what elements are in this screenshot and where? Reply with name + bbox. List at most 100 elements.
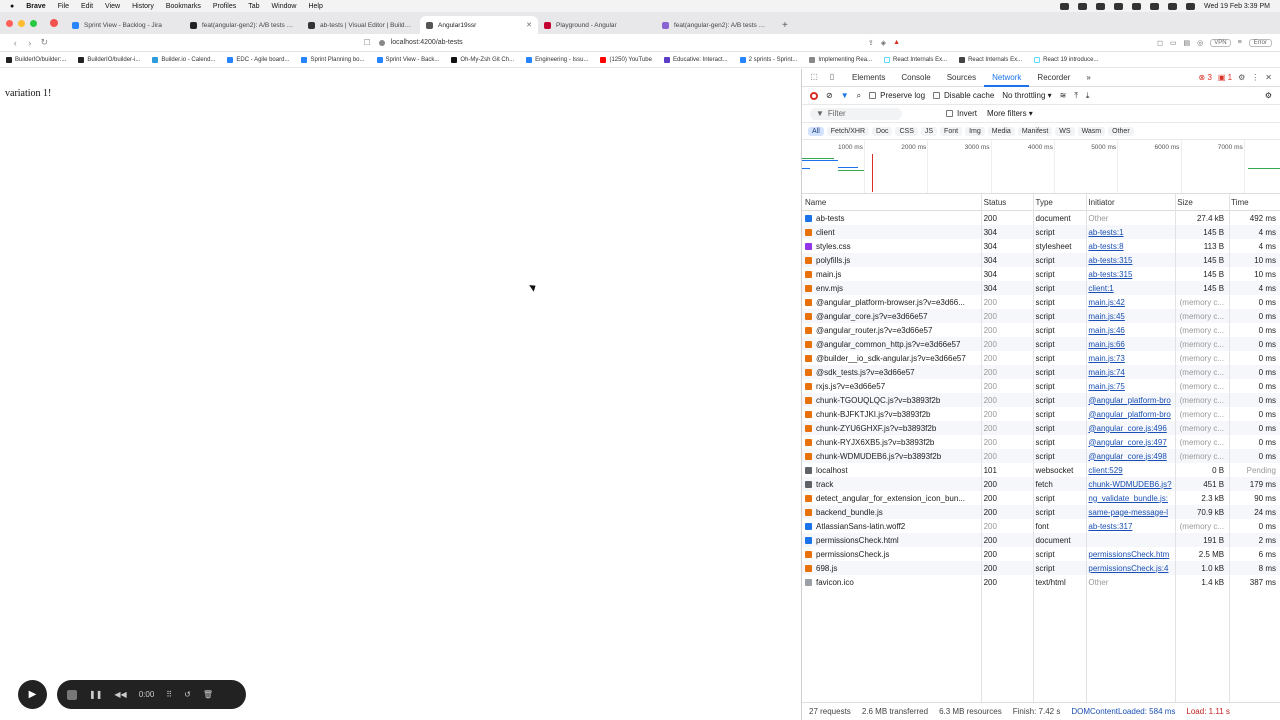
zoom-window-button[interactable] <box>30 19 37 27</box>
table-row[interactable]: polyfills.js 304 script ab-tests:315 145 B 10… <box>802 253 1280 267</box>
table-row[interactable]: permissionsCheck.js 200 script permissionsC… <box>802 547 1280 561</box>
search-icon[interactable]: ⌕ <box>857 91 861 101</box>
type-filter-other[interactable]: Other <box>1108 126 1134 136</box>
forward-button[interactable]: › <box>23 38 38 48</box>
throttling-select[interactable]: No throttling ▾ <box>1002 91 1051 100</box>
col-name[interactable]: Name <box>802 198 981 207</box>
back-button[interactable]: ‹ <box>8 38 23 48</box>
browser-tab[interactable]: ab-tests | Visual Editor | Builder.io <box>302 16 420 34</box>
table-row[interactable]: detect_angular_for_extension_icon_bun...… <box>802 491 1280 505</box>
menu-item-history[interactable]: History <box>132 3 154 10</box>
menu-item-view[interactable]: View <box>105 3 120 10</box>
request-initiator[interactable]: permissionsCheck.htm <box>1085 550 1174 559</box>
wifi-icon[interactable] <box>1149 2 1159 10</box>
table-row[interactable]: permissionsCheck.html 200 document 191 B 2 m… <box>802 533 1280 547</box>
bookmark-icon[interactable]: ☐ <box>364 38 371 47</box>
address-bar[interactable]: localhost:4200/ab-tests <box>378 36 868 50</box>
table-row[interactable]: 698.js 200 script permissionsCheck.js:4 1.0 … <box>802 561 1280 575</box>
bookmark-item[interactable]: React 19 introduce... <box>1034 56 1098 63</box>
pause-icon[interactable]: ❚❚ <box>89 690 102 699</box>
table-row[interactable]: backend_bundle.js 200 script same-page-mess… <box>802 505 1280 519</box>
request-initiator[interactable]: @angular_core.js:498 <box>1085 452 1174 461</box>
request-initiator[interactable]: ng_validate_bundle.js: <box>1085 494 1174 503</box>
minimize-window-button[interactable] <box>18 19 25 27</box>
table-row[interactable]: @sdk_tests.js?v=e3d66e57 200 script main.js… <box>802 365 1280 379</box>
battery-icon[interactable] <box>1095 2 1105 10</box>
menu-item-brave[interactable]: Brave <box>26 3 45 10</box>
table-row[interactable]: env.mjs 304 script client:1 145 B 4 ms <box>802 281 1280 295</box>
request-initiator[interactable]: same-page-message-l <box>1085 508 1174 517</box>
table-row[interactable]: @angular_router.js?v=e3d66e57 200 script ma… <box>802 323 1280 337</box>
table-row[interactable]: client 304 script ab-tests:1 145 B 4 ms <box>802 225 1280 239</box>
rewind-icon[interactable]: ◀◀ <box>114 690 126 699</box>
table-row[interactable]: rxjs.js?v=e3d66e57 200 script main.js:75 (me… <box>802 379 1280 393</box>
col-initiator[interactable]: Initiator <box>1085 198 1174 207</box>
kebab-menu-icon[interactable]: ⋮ <box>1251 73 1259 82</box>
request-initiator[interactable]: main.js:46 <box>1085 326 1174 335</box>
sidebar-icon[interactable]: ▭ <box>1170 39 1177 47</box>
warning-count-badge[interactable]: ▣ 1 <box>1218 73 1232 82</box>
request-initiator[interactable]: @angular_platform-bro <box>1085 396 1174 405</box>
wallet-icon[interactable]: ▤ <box>1184 39 1191 47</box>
invert-checkbox[interactable]: Invert <box>946 109 977 118</box>
type-filter-media[interactable]: Media <box>987 126 1015 136</box>
menu-item-profiles[interactable]: Profiles <box>213 3 236 10</box>
request-initiator[interactable]: ab-tests:315 <box>1085 270 1174 279</box>
type-filter-ws[interactable]: WS <box>1055 126 1075 136</box>
table-row[interactable]: chunk-WDMUDEB6.js?v=b3893f2b 200 script @an… <box>802 449 1280 463</box>
bookmark-item[interactable]: Oh-My-Zsh Git Ch... <box>451 56 514 63</box>
error-count-badge[interactable]: ⊗ 3 <box>1199 73 1212 82</box>
bookmark-item[interactable]: Builder.io - Calend... <box>152 56 215 63</box>
rewards-icon[interactable]: ▲ <box>893 39 900 46</box>
network-overview-timeline[interactable]: 1000 ms 2000 ms 3000 ms 4000 ms 5000 ms 6000 … <box>802 140 1280 194</box>
table-row[interactable]: chunk-ZYU6GHXF.js?v=b3893f2b 200 script @an… <box>802 421 1280 435</box>
request-initiator[interactable]: ab-tests:317 <box>1085 522 1174 531</box>
menu-item-window[interactable]: Window <box>272 3 297 10</box>
restart-icon[interactable]: ↺ <box>184 690 191 699</box>
close-devtools-icon[interactable]: ✕ <box>1265 73 1272 82</box>
bookmark-item[interactable]: 2 sprints - Sprint... <box>739 56 797 63</box>
tab-console[interactable]: Console <box>893 69 938 87</box>
bookmark-item[interactable]: Sprint View - Back... <box>376 56 439 63</box>
browser-tab[interactable]: Playground - Angular <box>538 16 656 34</box>
request-initiator[interactable]: @angular_platform-bro <box>1085 410 1174 419</box>
bookmark-item[interactable]: BuilderIO/builder:... <box>6 56 66 63</box>
stop-recording-button[interactable] <box>67 689 77 700</box>
request-initiator[interactable]: main.js:45 <box>1085 312 1174 321</box>
table-row[interactable]: @angular_core.js?v=e3d66e57 200 script main… <box>802 309 1280 323</box>
request-initiator[interactable]: main.js:66 <box>1085 340 1174 349</box>
error-button[interactable]: Error <box>1248 38 1273 47</box>
type-filter-img[interactable]: Img <box>965 126 985 136</box>
type-filter-font[interactable]: Font <box>940 126 963 136</box>
reload-button[interactable]: ↻ <box>37 37 52 48</box>
tab-close-icon[interactable]: ✕ <box>526 21 532 29</box>
disable-cache-checkbox[interactable]: Disable cache <box>933 91 994 100</box>
mic-icon[interactable] <box>1059 2 1069 10</box>
bookmark-item[interactable]: React Internals Ex... <box>959 56 1022 63</box>
menu-icon[interactable]: ≡ <box>1238 39 1242 46</box>
screen-icon[interactable] <box>1077 2 1087 10</box>
camera-icon[interactable]: ▶ <box>18 680 47 709</box>
control-center-icon[interactable] <box>1185 2 1195 10</box>
network-settings-icon[interactable]: ⚙ <box>1265 91 1272 100</box>
tab-elements[interactable]: Elements <box>844 69 893 87</box>
clear-log-icon[interactable]: ⊘ <box>826 91 833 100</box>
request-initiator[interactable]: main.js:74 <box>1085 368 1174 377</box>
brave-shield-icon[interactable] <box>50 19 58 27</box>
col-type[interactable]: Type <box>1033 198 1086 207</box>
new-tab-button[interactable]: + <box>774 16 796 34</box>
request-initiator[interactable]: @angular_core.js:497 <box>1085 438 1174 447</box>
bluetooth-icon[interactable] <box>1113 2 1123 10</box>
col-time[interactable]: Time <box>1228 198 1280 207</box>
table-row[interactable]: ab-tests 200 document Other 27.4 kB 492 ms <box>802 211 1280 225</box>
col-size[interactable]: Size <box>1174 198 1228 207</box>
leo-icon[interactable]: ◎ <box>1197 39 1203 47</box>
table-row[interactable]: main.js 304 script ab-tests:315 145 B 10 ms <box>802 267 1280 281</box>
close-window-button[interactable] <box>6 19 13 27</box>
request-initiator[interactable]: ab-tests:1 <box>1085 228 1174 237</box>
bookmark-item[interactable]: (1250) YouTube <box>600 56 652 63</box>
request-initiator[interactable]: client:529 <box>1085 466 1174 475</box>
menu-item-bookmarks[interactable]: Bookmarks <box>166 3 201 10</box>
table-row[interactable]: localhost 101 websocket client:529 0 B Pendin… <box>802 463 1280 477</box>
request-initiator[interactable]: permissionsCheck.js:4 <box>1085 564 1174 573</box>
